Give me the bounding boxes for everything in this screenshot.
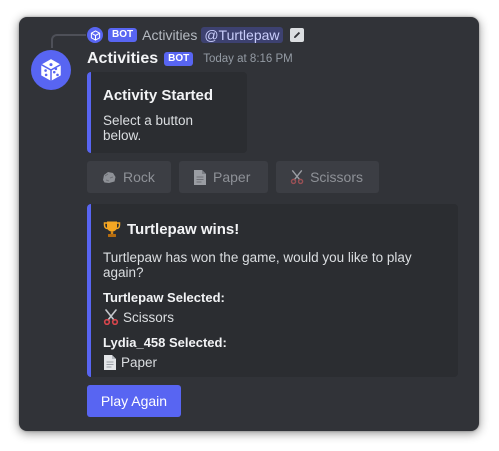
paper-button[interactable]: Paper (179, 161, 268, 193)
discord-chat-window: BOT Activities @Turtlepaw Activities BOT… (19, 17, 479, 431)
field-name-turtlepaw: Turtlepaw Selected: (103, 290, 225, 305)
author-username[interactable]: Activities (87, 50, 158, 68)
result-title: Turtlepaw wins! (103, 220, 446, 238)
message-timestamp: Today at 8:16 PM (203, 53, 293, 65)
rock-icon (103, 172, 116, 183)
paper-icon (194, 169, 206, 185)
scissors-icon (103, 309, 119, 325)
embed-description: Select a button below. (103, 113, 194, 143)
play-again-button[interactable]: Play Again (87, 385, 181, 417)
scissors-icon (290, 170, 304, 185)
reply-avatar[interactable] (87, 27, 103, 43)
result-description: Turtlepaw has won the game, would you li… (103, 250, 412, 280)
field-value-lydia: Paper (103, 354, 446, 371)
reply-spine (51, 34, 86, 48)
reply-reference[interactable]: BOT Activities @Turtlepaw (87, 26, 304, 44)
rock-button[interactable]: Rock (87, 161, 171, 193)
dice-icon (40, 59, 62, 81)
message-header: Activities BOT Today at 8:16 PM (87, 49, 293, 69)
field-value-turtlepaw-text: Scissors (123, 309, 175, 325)
field-value-lydia-text: Paper (121, 355, 158, 370)
result-embed: Turtlepaw wins! Turtlepaw has won the ga… (87, 204, 458, 377)
reply-mention[interactable]: @Turtlepaw (201, 27, 283, 43)
choice-buttons: Rock Paper Scissors (87, 161, 379, 193)
dice-icon (90, 29, 100, 41)
scissors-button-label: Scissors (310, 169, 363, 185)
paper-icon (104, 355, 116, 370)
embed-title: Activity Started (103, 87, 214, 104)
bot-tag: BOT (164, 52, 194, 66)
trophy-icon (103, 221, 121, 237)
activity-started-embed: Activity Started Select a button below. (87, 72, 247, 153)
rock-button-label: Rock (123, 169, 155, 185)
scissors-button[interactable]: Scissors (276, 161, 379, 193)
paper-button-label: Paper (213, 169, 251, 185)
reply-author-name[interactable]: Activities (142, 27, 197, 43)
field-value-turtlepaw: Scissors (103, 309, 446, 325)
reply-bot-tag: BOT (108, 28, 138, 42)
field-name-lydia: Lydia_458 Selected: (103, 335, 227, 350)
result-title-text: Turtlepaw wins! (127, 220, 240, 238)
slash-command-icon (289, 28, 304, 42)
bot-avatar[interactable] (31, 50, 71, 90)
